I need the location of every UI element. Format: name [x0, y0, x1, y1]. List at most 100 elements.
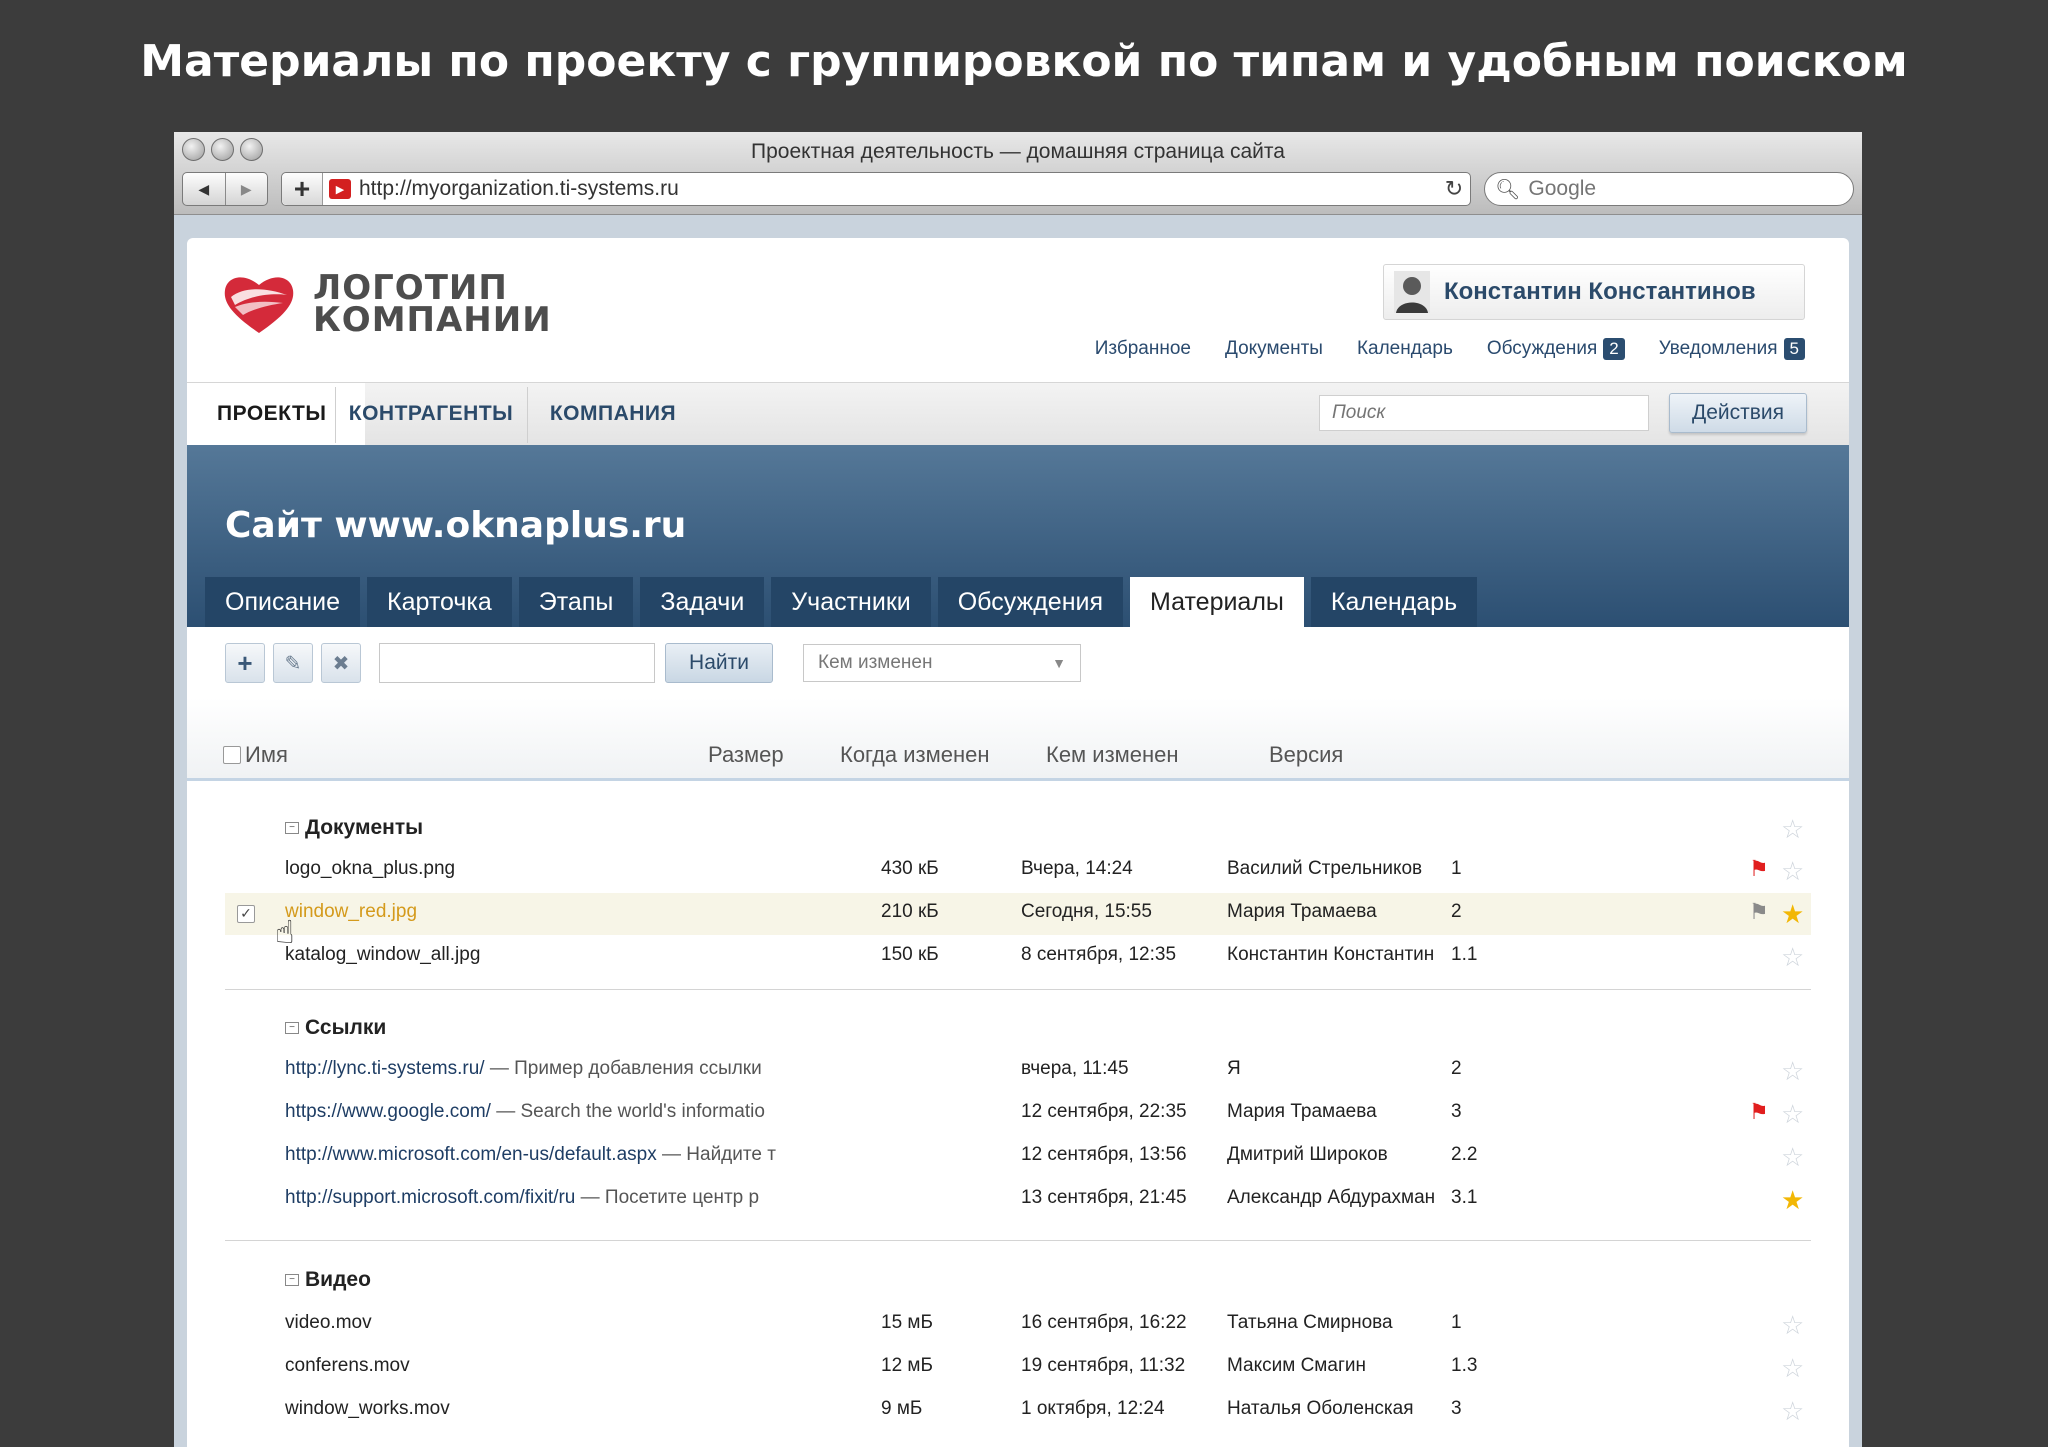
window-title: Проектная деятельность — домашняя страни…	[751, 140, 1285, 163]
delete-button[interactable]: ✖	[321, 643, 361, 683]
file-name[interactable]: logo_okna_plus.png	[285, 858, 455, 880]
star-icon[interactable]: ☆	[1781, 1056, 1804, 1087]
table-row[interactable]: video.mov 15 мБ 16 сентября, 16:22 Татья…	[225, 1304, 1811, 1346]
link-url[interactable]: https://www.google.com/	[285, 1101, 491, 1122]
star-icon[interactable]: ☆	[1781, 1142, 1804, 1173]
link-cell[interactable]: http://lync.ti-systems.ru/ — Пример доба…	[285, 1058, 805, 1080]
link-label: Уведомления	[1658, 338, 1778, 359]
add-button[interactable]: +	[225, 643, 265, 683]
tab-tasks[interactable]: Задачи	[640, 577, 765, 627]
link-url[interactable]: http://www.microsoft.com/en-us/default.a…	[285, 1144, 657, 1165]
add-bookmark-button[interactable]: +	[282, 173, 323, 205]
modified-by: Наталья Оболенская	[1227, 1398, 1414, 1419]
table-row[interactable]: http://lync.ti-systems.ru/ — Пример доба…	[225, 1050, 1811, 1092]
link-description: — Search the world's informatio	[490, 1101, 765, 1122]
red-flag-icon[interactable]: ⚑	[1749, 856, 1769, 882]
table-row[interactable]: http://www.microsoft.com/en-us/default.a…	[225, 1136, 1811, 1178]
column-header-modified-by[interactable]: Кем изменен	[1046, 742, 1179, 768]
file-name[interactable]: window_red.jpg	[285, 901, 417, 923]
actions-button[interactable]: Действия	[1669, 393, 1807, 433]
user-profile-button[interactable]: Константин Константинов	[1383, 264, 1805, 320]
tab-card[interactable]: Карточка	[367, 577, 512, 627]
row-checkbox-checked[interactable]: ✓	[237, 905, 255, 923]
table-row[interactable]: logo_okna_plus.png 430 кБ Вчера, 14:24 В…	[225, 850, 1811, 892]
changed-by-dropdown[interactable]: Кем изменен ▼	[803, 644, 1081, 682]
edit-button[interactable]: ✎	[273, 643, 313, 683]
table-row[interactable]: http://support.microsoft.com/fixit/ru — …	[225, 1179, 1811, 1221]
materials-search-input[interactable]	[379, 643, 655, 683]
link-documents[interactable]: Документы	[1225, 338, 1323, 360]
select-all-checkbox[interactable]	[223, 746, 241, 764]
link-cell[interactable]: http://www.microsoft.com/en-us/default.a…	[285, 1144, 805, 1166]
site-favicon-icon: ▶	[329, 179, 351, 199]
version: 1	[1451, 858, 1462, 879]
star-icon[interactable]: ☆	[1781, 1310, 1804, 1341]
star-icon[interactable]: ☆	[1781, 942, 1804, 973]
link-cell[interactable]: http://support.microsoft.com/fixit/ru — …	[285, 1187, 805, 1209]
modified-date: 13 сентября, 21:45	[1021, 1187, 1187, 1208]
table-row-selected[interactable]: ✓ ☝ window_red.jpg 210 кБ Сегодня, 15:55…	[225, 893, 1811, 950]
grey-flag-icon[interactable]: ⚑	[1749, 899, 1769, 925]
column-header-size[interactable]: Размер	[708, 742, 784, 768]
modified-date: 12 сентября, 13:56	[1021, 1144, 1187, 1165]
star-icon[interactable]: ☆	[1781, 1396, 1804, 1427]
link-label: Избранное	[1094, 338, 1191, 359]
tab-discussions[interactable]: Обсуждения	[937, 577, 1124, 627]
back-arrow-icon[interactable]: ◀	[183, 173, 225, 205]
forward-arrow-icon[interactable]: ▶	[224, 173, 268, 205]
link-label: Обсуждения	[1486, 338, 1598, 359]
star-icon[interactable]: ☆	[1781, 814, 1804, 845]
link-notifications[interactable]: Уведомления 5	[1659, 338, 1805, 360]
url-text[interactable]: http://myorganization.ti-systems.ru	[359, 177, 1438, 201]
star-icon[interactable]: ☆	[1781, 1353, 1804, 1384]
plus-icon: +	[237, 647, 253, 678]
column-header-version[interactable]: Версия	[1269, 742, 1343, 768]
tab-materials[interactable]: Материалы	[1130, 577, 1304, 627]
tab-calendar[interactable]: Календарь	[1310, 577, 1478, 627]
file-name[interactable]: window_works.mov	[285, 1398, 450, 1420]
link-favorites[interactable]: Избранное	[1095, 338, 1191, 360]
file-size: 12 мБ	[881, 1355, 933, 1376]
link-url[interactable]: http://support.microsoft.com/fixit/ru	[285, 1187, 575, 1208]
star-filled-icon[interactable]: ★	[1781, 1185, 1804, 1216]
star-icon[interactable]: ☆	[1781, 856, 1804, 887]
browser-search-input[interactable]	[1526, 176, 1831, 202]
table-row[interactable]: https://www.google.com/ — Search the wor…	[225, 1093, 1811, 1135]
reload-icon[interactable]: ↻	[1438, 176, 1470, 202]
collapse-icon[interactable]: −	[285, 822, 299, 834]
collapse-icon[interactable]: −	[285, 1022, 299, 1034]
browser-search-field[interactable]: 🔍︎	[1484, 172, 1854, 206]
project-tabs: Описание Карточка Этапы Задачи Участники…	[205, 577, 1478, 627]
search-input[interactable]	[1319, 395, 1649, 431]
file-name[interactable]: video.mov	[285, 1312, 372, 1334]
materials-toolbar: + ✎ ✖ Найти Кем изменен ▼	[225, 642, 1081, 684]
star-icon[interactable]: ☆	[1781, 1099, 1804, 1130]
table-row[interactable]: window_works.mov 9 мБ 1 октября, 12:24 Н…	[225, 1390, 1811, 1432]
table-row[interactable]: katalog_window_all.jpg 150 кБ 8 сентября…	[225, 936, 1811, 978]
group-header-row: − Документы ☆	[225, 808, 1811, 850]
column-header-modified-date[interactable]: Когда изменен	[840, 742, 990, 768]
main-navigation: ПРОЕКТЫ КОНТРАГЕНТЫ КОМПАНИЯ Действия	[187, 382, 1849, 446]
file-name[interactable]: conferens.mov	[285, 1355, 410, 1377]
company-logo[interactable]: ЛОГОТИП КОМПАНИИ	[221, 271, 552, 337]
tab-stages[interactable]: Этапы	[518, 577, 634, 627]
group-title: Видео	[305, 1268, 371, 1291]
link-url[interactable]: http://lync.ti-systems.ru/	[285, 1058, 485, 1079]
red-flag-icon[interactable]: ⚑	[1749, 1099, 1769, 1125]
version: 1.3	[1451, 1355, 1478, 1376]
file-name[interactable]: katalog_window_all.jpg	[285, 944, 480, 966]
chevron-down-icon: ▼	[1052, 655, 1066, 671]
table-row[interactable]: conferens.mov 12 мБ 19 сентября, 11:32 М…	[225, 1347, 1811, 1389]
column-header-name[interactable]: Имя	[245, 742, 288, 768]
address-bar[interactable]: + ▶ http://myorganization.ti-systems.ru …	[281, 172, 1471, 206]
link-calendar[interactable]: Календарь	[1357, 338, 1453, 360]
collapse-icon[interactable]: −	[285, 1274, 299, 1286]
nav-tab-contractors[interactable]: КОНТРАГЕНТЫ	[336, 383, 526, 445]
find-button[interactable]: Найти	[665, 643, 773, 683]
nav-tab-company[interactable]: КОМПАНИЯ	[528, 383, 698, 445]
link-discussions[interactable]: Обсуждения 2	[1487, 338, 1625, 360]
tab-participants[interactable]: Участники	[771, 577, 931, 627]
link-cell[interactable]: https://www.google.com/ — Search the wor…	[285, 1101, 805, 1123]
star-filled-icon[interactable]: ★	[1781, 899, 1804, 930]
tab-description[interactable]: Описание	[205, 577, 361, 627]
